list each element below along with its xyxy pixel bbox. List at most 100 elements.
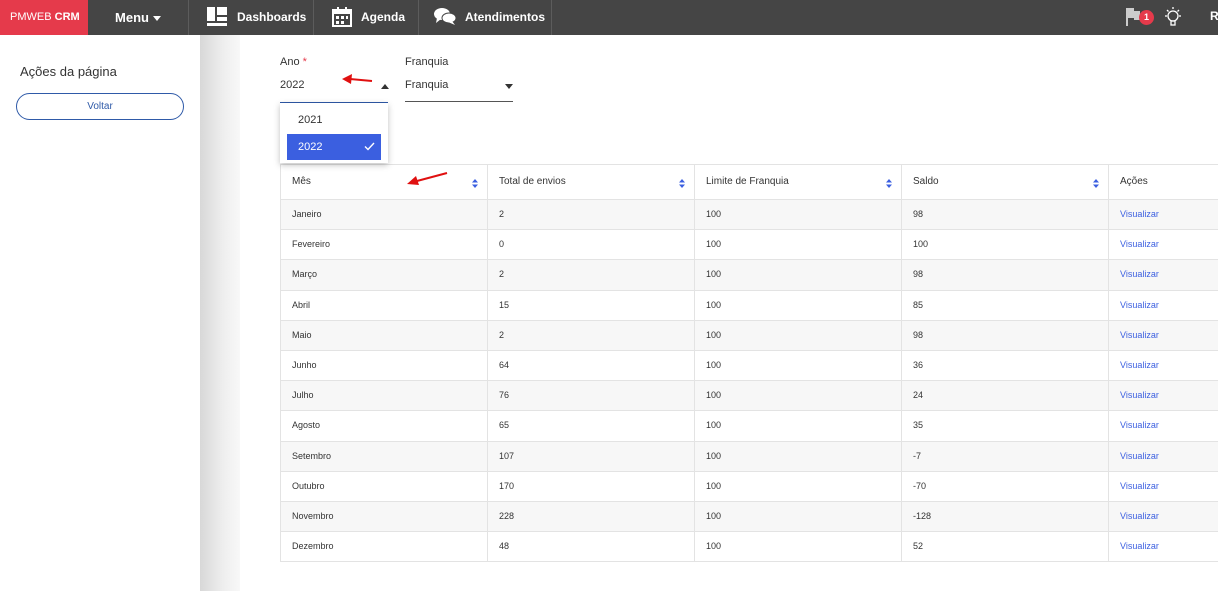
table-row: Fevereiro 0 100 100 Visualizar xyxy=(281,230,1218,261)
table-row: Dezembro 48 100 52 Visualizar xyxy=(281,532,1218,563)
header-label: Limite de Franquia xyxy=(706,176,789,187)
cell-mes: Março xyxy=(281,260,488,290)
view-link[interactable]: Visualizar xyxy=(1109,230,1218,259)
sort-icon[interactable] xyxy=(1093,179,1099,188)
cell-limite: 100 xyxy=(695,441,902,471)
cell-total: 2 xyxy=(488,260,695,290)
table-row: Setembro 107 100 -7 Visualizar xyxy=(281,441,1218,472)
view-link[interactable]: Visualizar xyxy=(1109,351,1218,380)
table-row: Janeiro 2 100 98 Visualizar xyxy=(281,200,1218,231)
cell-total: 228 xyxy=(488,501,695,532)
cell-limite: 100 xyxy=(695,381,902,411)
main-content: Ano * 2022 Franquia Franquia 2021 2022 M… xyxy=(240,35,1218,591)
menu-label: Menu xyxy=(115,10,149,25)
nav-label: Dashboards xyxy=(237,10,307,24)
view-link[interactable]: Visualizar xyxy=(1109,502,1218,531)
cell-total: 170 xyxy=(488,471,695,501)
cell-mes: Agosto xyxy=(281,411,488,441)
sidebar-title: Ações da página xyxy=(20,64,117,79)
view-link[interactable]: Visualizar xyxy=(1109,321,1218,350)
cell-mes: Dezembro xyxy=(281,532,488,562)
sidebar: Ações da página Voltar xyxy=(0,35,200,591)
cell-limite: 100 xyxy=(695,501,902,532)
cell-saldo: 36 xyxy=(902,350,1109,381)
cell-limite: 100 xyxy=(695,320,902,350)
column-header-acoes: Ações xyxy=(1120,176,1148,187)
brand-name: PMWEB xyxy=(10,11,55,23)
header-label: Saldo xyxy=(913,176,939,187)
cell-total: 15 xyxy=(488,290,695,320)
caret-up-icon[interactable] xyxy=(381,84,389,89)
ano-option-2021[interactable]: 2021 xyxy=(287,107,381,133)
cell-mes: Junho xyxy=(281,350,488,381)
cell-mes: Novembro xyxy=(281,501,488,532)
ano-dropdown: 2021 2022 xyxy=(280,103,388,163)
chat-icon xyxy=(434,8,456,25)
brand-logo[interactable]: PMWEB CRM xyxy=(0,0,88,35)
cell-saldo: 100 xyxy=(902,230,1109,260)
franquia-select-underline xyxy=(405,101,513,102)
table-row: Março 2 100 98 Visualizar xyxy=(281,260,1218,291)
cell-mes: Janeiro xyxy=(281,200,488,230)
caret-down-icon xyxy=(152,16,161,22)
column-header-total[interactable]: Total de envios xyxy=(488,165,695,199)
cell-limite: 100 xyxy=(695,532,902,562)
cell-mes: Setembro xyxy=(281,441,488,471)
header-label: Total de envios xyxy=(499,176,566,187)
view-link[interactable]: Visualizar xyxy=(1109,200,1218,229)
cell-saldo: -128 xyxy=(902,501,1109,532)
cell-total: 2 xyxy=(488,320,695,350)
cell-limite: 100 xyxy=(695,260,902,290)
cell-mes: Abril xyxy=(281,290,488,320)
nav-dashboards[interactable]: Dashboards xyxy=(189,0,314,35)
view-link[interactable]: Visualizar xyxy=(1109,260,1218,289)
caret-down-icon[interactable] xyxy=(505,84,513,89)
cell-saldo: 24 xyxy=(902,381,1109,411)
cell-total: 107 xyxy=(488,441,695,471)
cell-saldo: 85 xyxy=(902,290,1109,320)
back-button[interactable]: Voltar xyxy=(16,93,184,120)
cell-saldo: 98 xyxy=(902,200,1109,230)
nav-atendimentos[interactable]: Atendimentos xyxy=(419,0,552,35)
cell-total: 2 xyxy=(488,200,695,230)
ano-option-2022[interactable]: 2022 xyxy=(287,134,381,160)
cell-limite: 100 xyxy=(695,200,902,230)
sort-icon[interactable] xyxy=(886,179,892,188)
cell-limite: 100 xyxy=(695,290,902,320)
cell-saldo: 52 xyxy=(902,532,1109,562)
cell-total: 48 xyxy=(488,532,695,562)
column-header-limite[interactable]: Limite de Franquia xyxy=(695,165,902,199)
sort-icon[interactable] xyxy=(472,179,478,188)
view-link[interactable]: Visualizar xyxy=(1109,472,1218,501)
view-link[interactable]: Visualizar xyxy=(1109,411,1218,440)
header-label: Mês xyxy=(292,176,311,187)
cell-total: 76 xyxy=(488,381,695,411)
sidebar-gutter xyxy=(200,35,240,591)
view-link[interactable]: Visualizar xyxy=(1109,532,1218,561)
nav-agenda[interactable]: Agenda xyxy=(314,0,419,35)
cell-saldo: -70 xyxy=(902,471,1109,501)
user-menu[interactable]: R xyxy=(1210,0,1218,33)
franquia-select[interactable]: Franquia xyxy=(405,79,448,91)
cell-total: 65 xyxy=(488,411,695,441)
cell-saldo: -7 xyxy=(902,441,1109,471)
column-header-saldo[interactable]: Saldo xyxy=(902,165,1109,199)
table-row: Agosto 65 100 35 Visualizar xyxy=(281,411,1218,442)
cell-saldo: 98 xyxy=(902,260,1109,290)
required-marker: * xyxy=(302,56,307,68)
cell-limite: 100 xyxy=(695,350,902,381)
cell-saldo: 35 xyxy=(902,411,1109,441)
cell-limite: 100 xyxy=(695,230,902,260)
cell-mes: Outubro xyxy=(281,471,488,501)
lightbulb-icon[interactable] xyxy=(1163,6,1183,28)
ano-select[interactable]: 2022 xyxy=(280,79,304,91)
view-link[interactable]: Visualizar xyxy=(1109,291,1218,320)
cell-mes: Fevereiro xyxy=(281,230,488,260)
cell-mes: Julho xyxy=(281,381,488,411)
menu-button[interactable]: Menu xyxy=(88,0,189,35)
annotation-arrow-icon xyxy=(342,74,373,84)
view-link[interactable]: Visualizar xyxy=(1109,442,1218,471)
view-link[interactable]: Visualizar xyxy=(1109,381,1218,410)
column-header-mes[interactable]: Mês xyxy=(281,165,488,199)
sort-icon[interactable] xyxy=(679,179,685,188)
